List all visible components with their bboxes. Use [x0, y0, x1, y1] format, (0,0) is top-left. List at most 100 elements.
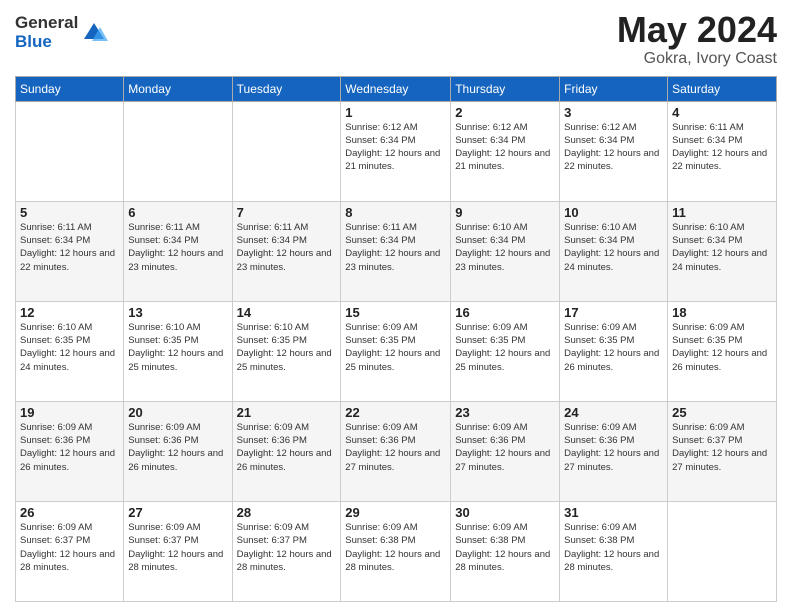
day-info: Sunrise: 6:09 AM Sunset: 6:36 PM Dayligh…	[237, 421, 337, 474]
calendar-cell: 4Sunrise: 6:11 AM Sunset: 6:34 PM Daylig…	[668, 101, 777, 201]
day-info: Sunrise: 6:10 AM Sunset: 6:34 PM Dayligh…	[455, 221, 555, 274]
day-info: Sunrise: 6:09 AM Sunset: 6:36 PM Dayligh…	[128, 421, 227, 474]
logo-icon	[80, 19, 108, 47]
calendar-cell: 13Sunrise: 6:10 AM Sunset: 6:35 PM Dayli…	[124, 301, 232, 401]
calendar-cell: 17Sunrise: 6:09 AM Sunset: 6:35 PM Dayli…	[560, 301, 668, 401]
day-info: Sunrise: 6:09 AM Sunset: 6:37 PM Dayligh…	[672, 421, 772, 474]
day-info: Sunrise: 6:09 AM Sunset: 6:37 PM Dayligh…	[20, 521, 119, 574]
day-number: 12	[20, 305, 119, 320]
day-number: 2	[455, 105, 555, 120]
day-info: Sunrise: 6:11 AM Sunset: 6:34 PM Dayligh…	[128, 221, 227, 274]
logo: General Blue	[15, 14, 108, 51]
calendar-cell: 8Sunrise: 6:11 AM Sunset: 6:34 PM Daylig…	[341, 201, 451, 301]
day-number: 6	[128, 205, 227, 220]
day-number: 31	[564, 505, 663, 520]
day-info: Sunrise: 6:12 AM Sunset: 6:34 PM Dayligh…	[564, 121, 663, 174]
calendar-week-row: 26Sunrise: 6:09 AM Sunset: 6:37 PM Dayli…	[16, 501, 777, 601]
calendar-cell: 6Sunrise: 6:11 AM Sunset: 6:34 PM Daylig…	[124, 201, 232, 301]
day-number: 25	[672, 405, 772, 420]
title-location: Gokra, Ivory Coast	[617, 50, 777, 68]
day-info: Sunrise: 6:10 AM Sunset: 6:35 PM Dayligh…	[128, 321, 227, 374]
day-info: Sunrise: 6:09 AM Sunset: 6:38 PM Dayligh…	[455, 521, 555, 574]
day-number: 22	[345, 405, 446, 420]
calendar-cell: 16Sunrise: 6:09 AM Sunset: 6:35 PM Dayli…	[451, 301, 560, 401]
calendar-cell: 23Sunrise: 6:09 AM Sunset: 6:36 PM Dayli…	[451, 401, 560, 501]
day-info: Sunrise: 6:12 AM Sunset: 6:34 PM Dayligh…	[455, 121, 555, 174]
calendar-cell: 25Sunrise: 6:09 AM Sunset: 6:37 PM Dayli…	[668, 401, 777, 501]
calendar-cell	[16, 101, 124, 201]
day-info: Sunrise: 6:09 AM Sunset: 6:35 PM Dayligh…	[345, 321, 446, 374]
day-number: 17	[564, 305, 663, 320]
col-thursday: Thursday	[451, 76, 560, 101]
day-number: 7	[237, 205, 337, 220]
calendar-cell: 22Sunrise: 6:09 AM Sunset: 6:36 PM Dayli…	[341, 401, 451, 501]
header-row: Sunday Monday Tuesday Wednesday Thursday…	[16, 76, 777, 101]
day-info: Sunrise: 6:09 AM Sunset: 6:37 PM Dayligh…	[128, 521, 227, 574]
calendar-cell: 15Sunrise: 6:09 AM Sunset: 6:35 PM Dayli…	[341, 301, 451, 401]
title-month-year: May 2024	[617, 10, 777, 50]
day-number: 26	[20, 505, 119, 520]
day-info: Sunrise: 6:09 AM Sunset: 6:35 PM Dayligh…	[564, 321, 663, 374]
calendar-week-row: 12 Sunrise: 6:10 AM Sunset: 6:35 PM Dayli…	[16, 301, 777, 401]
day-info: Sunrise: 6:10 AM Sunset: 6:34 PM Dayligh…	[672, 221, 772, 274]
day-number: 8	[345, 205, 446, 220]
calendar-cell: 19Sunrise: 6:09 AM Sunset: 6:36 PM Dayli…	[16, 401, 124, 501]
calendar-week-row: 1Sunrise: 6:12 AM Sunset: 6:34 PM Daylig…	[16, 101, 777, 201]
header: General Blue May 2024 Gokra, Ivory Coast	[15, 10, 777, 68]
day-info: Sunrise: 6:09 AM Sunset: 6:38 PM Dayligh…	[564, 521, 663, 574]
logo-blue: Blue	[15, 33, 78, 52]
calendar-cell: 7Sunrise: 6:11 AM Sunset: 6:34 PM Daylig…	[232, 201, 341, 301]
calendar-cell: 30Sunrise: 6:09 AM Sunset: 6:38 PM Dayli…	[451, 501, 560, 601]
col-wednesday: Wednesday	[341, 76, 451, 101]
day-info: Sunrise: 6:12 AM Sunset: 6:34 PM Dayligh…	[345, 121, 446, 174]
col-sunday: Sunday	[16, 76, 124, 101]
calendar-cell: 27Sunrise: 6:09 AM Sunset: 6:37 PM Dayli…	[124, 501, 232, 601]
day-number: 23	[455, 405, 555, 420]
day-info: Sunrise: 6:10 AM Sunset: 6:35 PM Dayligh…	[237, 321, 337, 374]
calendar-cell: 5Sunrise: 6:11 AM Sunset: 6:34 PM Daylig…	[16, 201, 124, 301]
calendar-cell: 29Sunrise: 6:09 AM Sunset: 6:38 PM Dayli…	[341, 501, 451, 601]
col-friday: Friday	[560, 76, 668, 101]
calendar-cell: 31Sunrise: 6:09 AM Sunset: 6:38 PM Dayli…	[560, 501, 668, 601]
day-info: Sunrise: 6:09 AM Sunset: 6:36 PM Dayligh…	[455, 421, 555, 474]
calendar-cell: 26Sunrise: 6:09 AM Sunset: 6:37 PM Dayli…	[16, 501, 124, 601]
day-info: Sunrise: 6:09 AM Sunset: 6:37 PM Dayligh…	[237, 521, 337, 574]
day-number: 24	[564, 405, 663, 420]
calendar-week-row: 19 Sunrise: 6:09 AM Sunset: 6:36 PM Dayli…	[16, 401, 777, 501]
day-info: Sunrise: 6:11 AM Sunset: 6:34 PM Dayligh…	[20, 221, 119, 274]
calendar-cell: 28Sunrise: 6:09 AM Sunset: 6:37 PM Dayli…	[232, 501, 341, 601]
day-number: 4	[672, 105, 772, 120]
calendar-cell: 18Sunrise: 6:09 AM Sunset: 6:35 PM Dayli…	[668, 301, 777, 401]
logo-text: General Blue	[15, 14, 78, 51]
day-info: Sunrise: 6:11 AM Sunset: 6:34 PM Dayligh…	[237, 221, 337, 274]
day-number: 29	[345, 505, 446, 520]
day-number: 11	[672, 205, 772, 220]
day-number: 18	[672, 305, 772, 320]
day-number: 10	[564, 205, 663, 220]
logo-general: General	[15, 14, 78, 33]
day-number: 30	[455, 505, 555, 520]
day-info: Sunrise: 6:10 AM Sunset: 6:34 PM Dayligh…	[564, 221, 663, 274]
calendar-cell: 21Sunrise: 6:09 AM Sunset: 6:36 PM Dayli…	[232, 401, 341, 501]
col-saturday: Saturday	[668, 76, 777, 101]
day-number: 3	[564, 105, 663, 120]
calendar-cell	[668, 501, 777, 601]
day-number: 19	[20, 405, 119, 420]
col-tuesday: Tuesday	[232, 76, 341, 101]
day-number: 9	[455, 205, 555, 220]
col-monday: Monday	[124, 76, 232, 101]
calendar-cell: 2Sunrise: 6:12 AM Sunset: 6:34 PM Daylig…	[451, 101, 560, 201]
day-number: 13	[128, 305, 227, 320]
day-number: 5	[20, 205, 119, 220]
calendar-cell	[124, 101, 232, 201]
day-info: Sunrise: 6:09 AM Sunset: 6:35 PM Dayligh…	[455, 321, 555, 374]
calendar-cell: 10Sunrise: 6:10 AM Sunset: 6:34 PM Dayli…	[560, 201, 668, 301]
calendar-cell: 3Sunrise: 6:12 AM Sunset: 6:34 PM Daylig…	[560, 101, 668, 201]
day-number: 1	[345, 105, 446, 120]
calendar-cell: 12Sunrise: 6:10 AM Sunset: 6:35 PM Dayli…	[16, 301, 124, 401]
calendar-table: Sunday Monday Tuesday Wednesday Thursday…	[15, 76, 777, 602]
page: General Blue May 2024 Gokra, Ivory Coast…	[0, 0, 792, 612]
calendar-cell: 1Sunrise: 6:12 AM Sunset: 6:34 PM Daylig…	[341, 101, 451, 201]
calendar-cell: 24Sunrise: 6:09 AM Sunset: 6:36 PM Dayli…	[560, 401, 668, 501]
day-number: 20	[128, 405, 227, 420]
